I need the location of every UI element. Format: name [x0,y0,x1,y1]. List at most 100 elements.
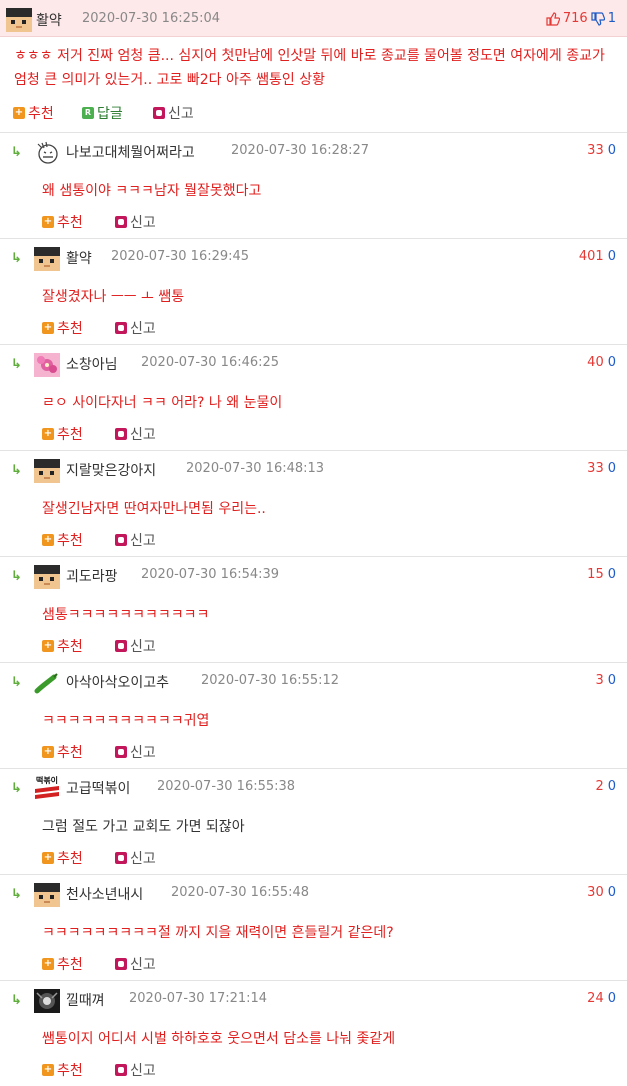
report-icon [115,746,127,758]
pixel-avatar-icon[interactable] [34,565,60,589]
reply-label: 답글 [97,106,123,122]
recommend-button[interactable]: + 추천 [42,1060,83,1080]
comment-upvotes: 30 [587,885,604,900]
comment-upvotes: 15 [587,567,604,582]
comment-downvotes: 0 [607,885,616,900]
thumbs-down-icon[interactable] [591,11,605,26]
comment-downvotes: 0 [607,249,616,264]
post-actions: + 추천 R 답글 신고 [0,92,627,132]
recommend-button[interactable]: + 추천 [42,424,83,444]
recommend-label: 추천 [57,533,83,549]
comment-row: ↳ 나보고대체뭘어쩌라고 2020-07-30 16:28:27 33 0 왜 샘통이야 … [0,132,627,238]
report-button[interactable]: 신고 [153,103,194,123]
post-author[interactable]: 활약 [36,10,62,30]
recommend-button[interactable]: + 추천 [13,103,54,123]
comment-downvotes: 0 [607,143,616,158]
comment-upvotes: 33 [587,143,604,158]
comment-author[interactable]: 지랄맞은강아지 [66,460,156,480]
pixel-avatar-icon[interactable] [34,459,60,483]
post-header: 활약 2020-07-30 16:25:04 716 1 [0,0,627,37]
comment-author[interactable]: 나보고대체뭘어쩌라고 [66,142,195,162]
comment-timestamp: 2020-07-30 17:21:14 [129,991,268,1006]
report-label: 신고 [130,851,156,867]
comment-score: 15 0 [587,567,616,582]
comment-author[interactable]: 천사소년내시 [66,884,143,904]
comment-text: 왜 샘통이야 ㅋㅋㅋ남자 뭘잘못했다고 [42,183,262,199]
report-icon [115,958,127,970]
plus-icon: + [13,107,25,119]
comment-text: 그럼 절도 가고 교회도 가면 되잖아 [42,819,245,835]
report-button[interactable]: 신고 [115,742,156,762]
comment-author[interactable]: 활약 [66,248,92,268]
report-button[interactable]: 신고 [115,212,156,232]
comment-upvotes: 33 [587,461,604,476]
report-button[interactable]: 신고 [115,636,156,656]
comment-text: ㄹㅇ 사이다자너 ㅋㅋ 어라? 나 왜 눈물이 [42,395,283,411]
pixel-avatar-icon[interactable] [6,8,32,32]
comment-row: ↳ 천사소년내시 2020-07-30 16:55:48 30 0 ㅋㅋㅋㅋㅋㅋㅋㅋㅋ절 … [0,874,627,980]
report-icon [115,852,127,864]
recommend-button[interactable]: + 추천 [42,318,83,338]
dark-emblem-icon[interactable] [34,989,60,1013]
report-icon [115,1064,127,1076]
comment-score: 33 0 [587,461,616,476]
reply-arrow-icon: ↳ [11,569,22,584]
recommend-button[interactable]: + 추천 [42,848,83,868]
comment-text: 쌤통이지 어디서 시벌 하하호호 웃으면서 담소를 나눠 좇같게 [42,1031,396,1047]
face-icon[interactable] [34,141,60,165]
comment-upvotes: 24 [587,991,604,1006]
comment-timestamp: 2020-07-30 16:55:12 [201,673,340,688]
report-button[interactable]: 신고 [115,318,156,338]
reply-arrow-icon: ↳ [11,993,22,1008]
recommend-label: 추천 [57,427,83,443]
comment-timestamp: 2020-07-30 16:54:39 [141,567,280,582]
upvote-count: 716 [562,11,588,26]
report-icon [115,640,127,652]
flower-icon[interactable] [34,353,60,377]
report-icon [153,107,165,119]
comment-list: ↳ 나보고대체뭘어쩌라고 2020-07-30 16:28:27 33 0 왜 샘통이야 … [0,132,627,1086]
report-button[interactable]: 신고 [115,954,156,974]
recommend-button[interactable]: + 추천 [42,212,83,232]
report-label: 신고 [130,745,156,761]
comment-upvotes: 2 [595,779,604,794]
comment-score: 30 [595,673,616,688]
comment-score: 24 0 [587,991,616,1006]
comment-row: ↳ 소창아님 2020-07-30 16:46:25 40 0 ㄹㅇ 사이다자너 ㅋㅋ 어… [0,344,627,450]
report-button[interactable]: 신고 [115,848,156,868]
recommend-button[interactable]: + 추천 [42,742,83,762]
recommend-button[interactable]: + 추천 [42,636,83,656]
report-button[interactable]: 신고 [115,530,156,550]
comment-author[interactable]: 괴도라팡 [66,566,118,586]
comment-upvotes: 3 [595,673,604,688]
recommend-label: 추천 [57,851,83,867]
recommend-label: 추천 [57,745,83,761]
recommend-label: 추천 [57,215,83,231]
reply-arrow-icon: ↳ [11,781,22,796]
report-button[interactable]: 신고 [115,1060,156,1080]
comment-row: ↳ 아삭아삭오이고추 2020-07-30 16:55:12 3 0 ㅋㅋㅋㅋㅋㅋㅋㅋㅋㅋ… [0,662,627,768]
reply-arrow-icon: ↳ [11,357,22,372]
recommend-label: 추천 [57,957,83,973]
plus-icon: + [42,428,54,440]
comment-author[interactable]: 소창아님 [66,354,118,374]
pixel-avatar-icon[interactable] [34,883,60,907]
pixel-avatar-icon[interactable] [34,247,60,271]
recommend-button[interactable]: + 추천 [42,530,83,550]
report-label: 신고 [130,533,156,549]
report-button[interactable]: 신고 [115,424,156,444]
comment-author[interactable]: 아삭아삭오이고추 [66,672,169,692]
plus-icon: + [42,746,54,758]
tteokbokki-logo-icon[interactable]: 떡볶이 [34,776,60,801]
thumbs-up-icon[interactable] [546,11,560,26]
report-label: 신고 [130,215,156,231]
comment-timestamp: 2020-07-30 16:29:45 [111,249,250,264]
comment-author[interactable]: 낄때껴 [66,990,105,1010]
reply-button[interactable]: R 답글 [82,103,123,123]
comment-author[interactable]: 고급떡볶이 [66,778,130,798]
avatar-logo-text: 떡볶이 [35,776,59,785]
pepper-icon[interactable] [34,671,60,695]
comment-score: 401 0 [579,249,616,264]
recommend-button[interactable]: + 추천 [42,954,83,974]
comment-row: ↳ 괴도라팡 2020-07-30 16:54:39 15 0 샘통ㅋㅋㅋㅋㅋㅋㅋㅋㅋㅋㅋ… [0,556,627,662]
